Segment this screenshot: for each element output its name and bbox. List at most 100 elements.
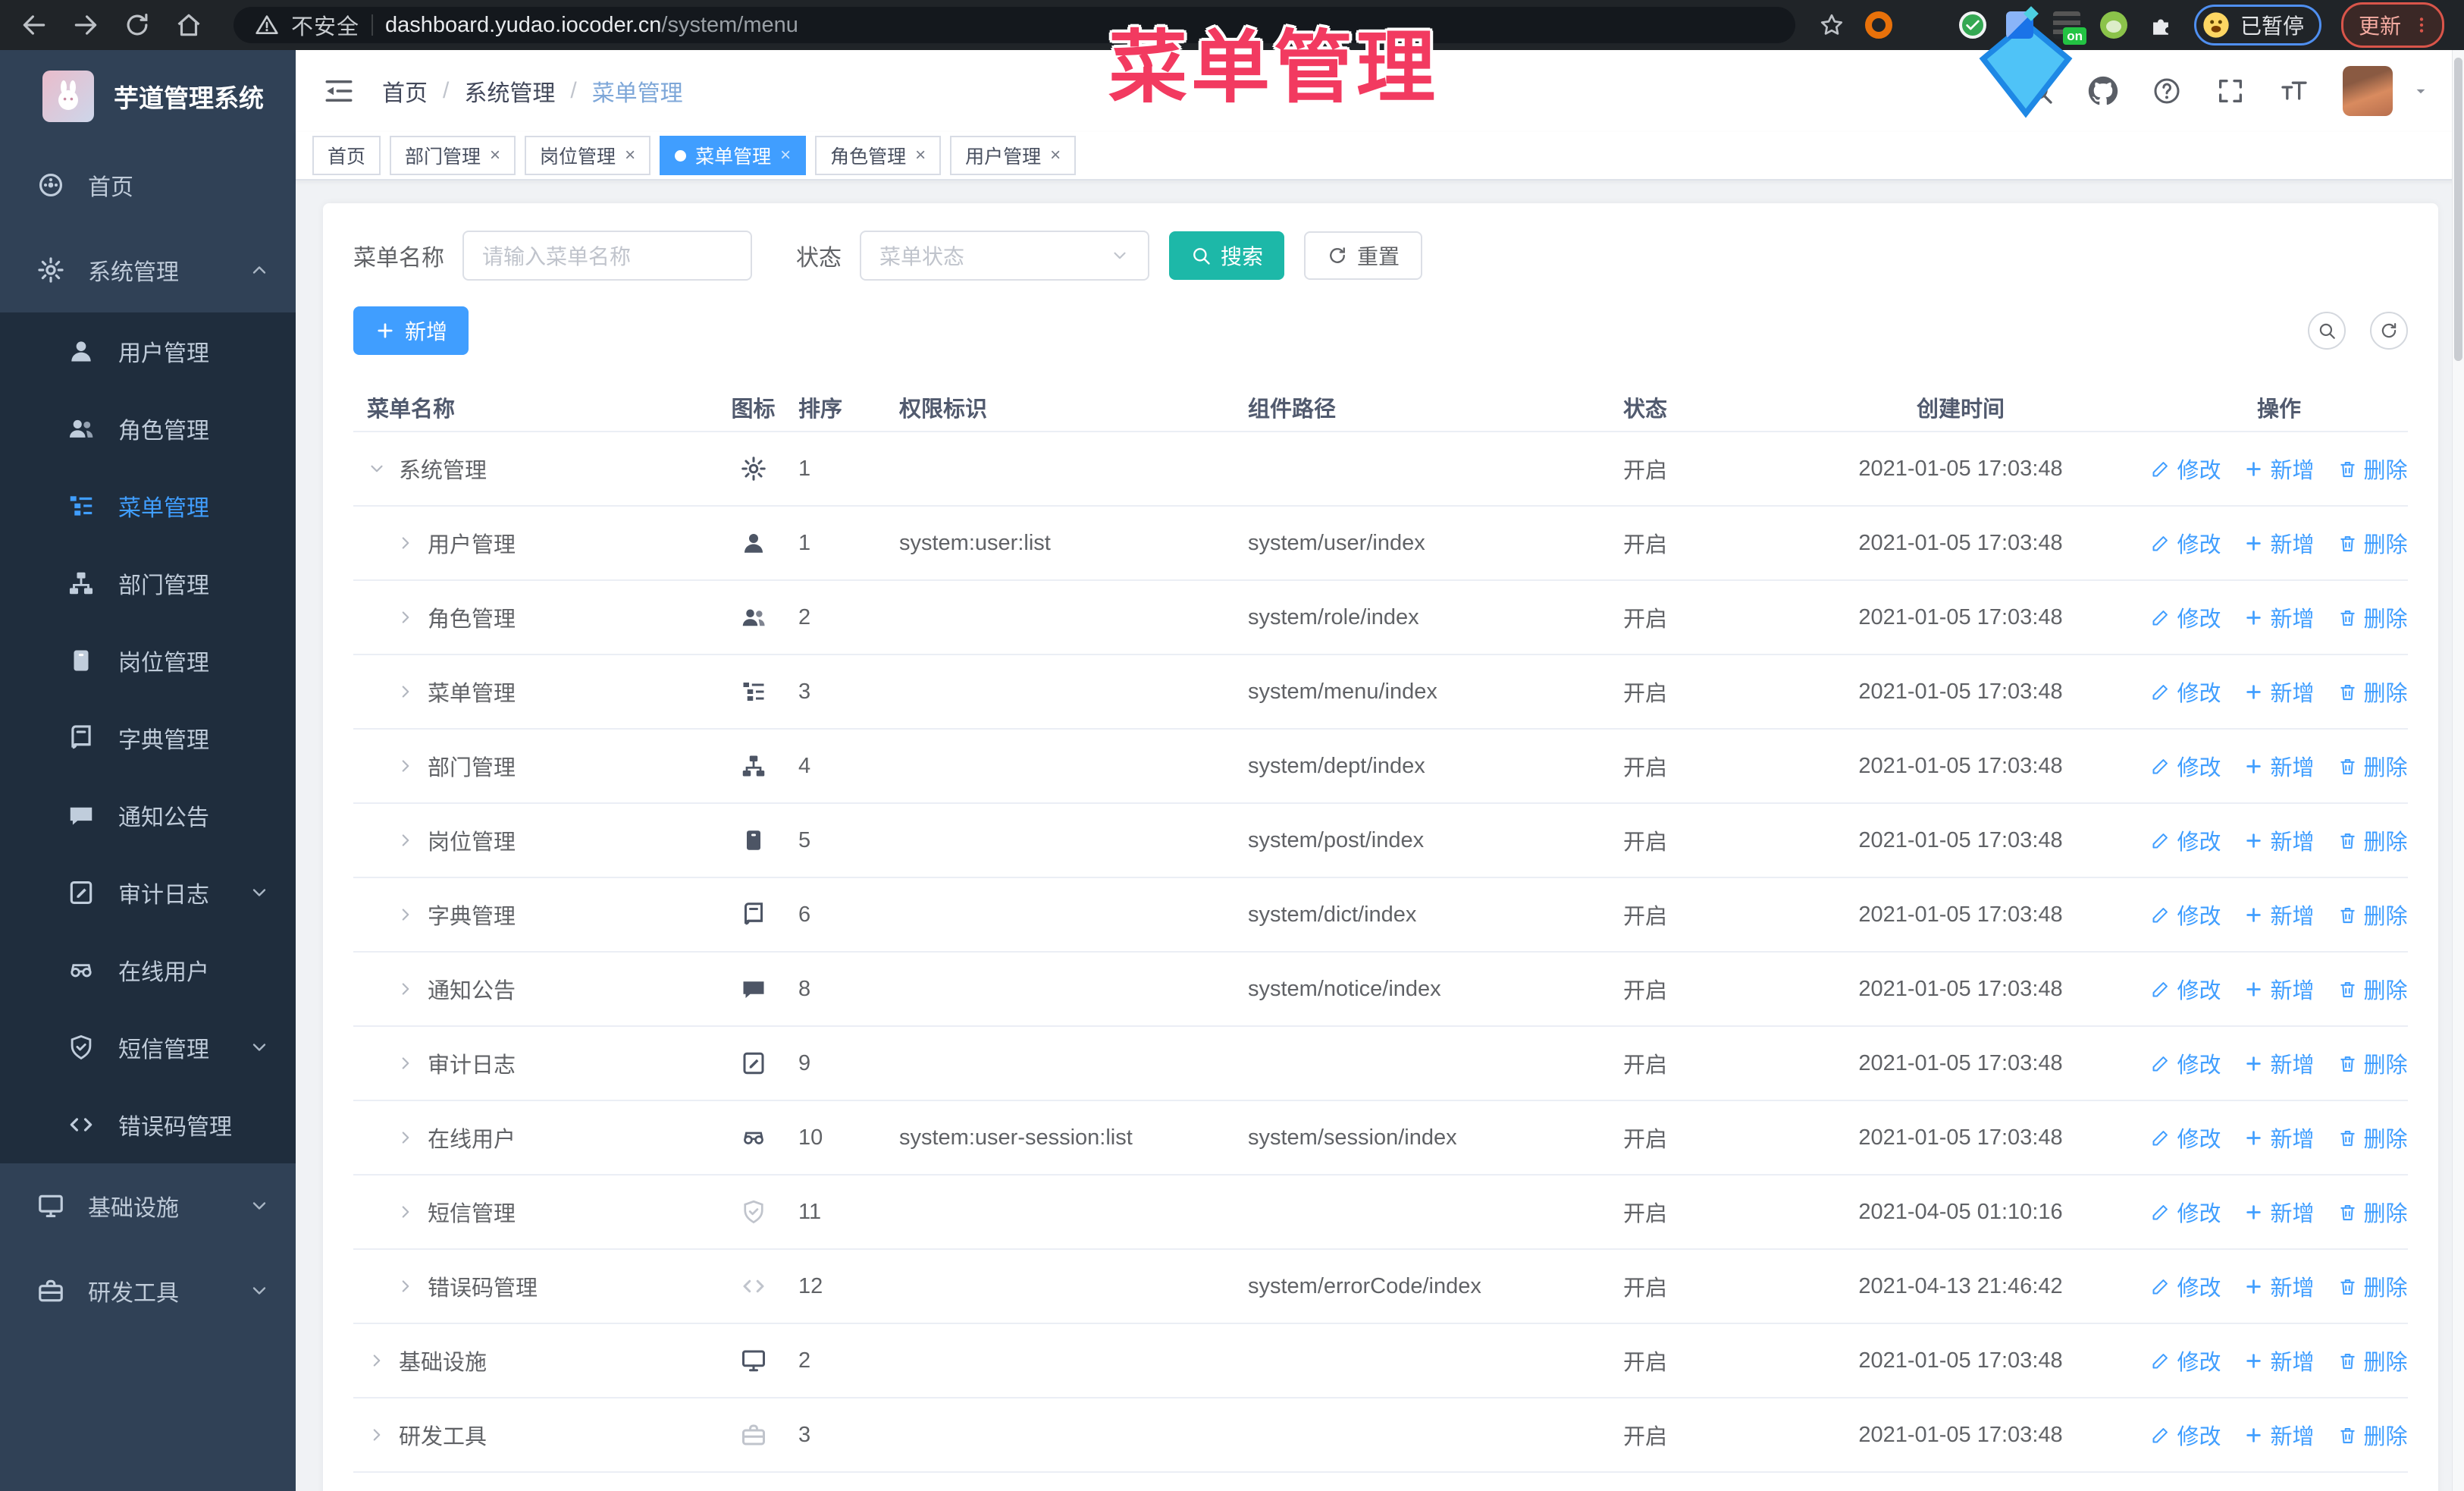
row-action-edit[interactable]: 修改: [2150, 824, 2221, 856]
row-action-edit[interactable]: 修改: [2150, 1270, 2221, 1302]
puzzle-extension-icon[interactable]: [2147, 11, 2174, 39]
sidebar-item[interactable]: 研发工具: [0, 1248, 296, 1333]
sidebar-item[interactable]: 系统管理: [0, 228, 296, 312]
font-size-icon[interactable]: [2279, 76, 2309, 106]
tab-item[interactable]: 用户管理 ×: [950, 136, 1077, 175]
breadcrumb-item[interactable]: 菜单管理: [592, 74, 683, 108]
sidebar-item[interactable]: 部门管理: [0, 545, 296, 622]
table-row[interactable]: 岗位管理 5 system/post/index 开启 2021-01-05 17:03…: [353, 804, 2408, 878]
table-row[interactable]: 角色管理 2 system/role/index 开启 2021-01-05 17:03…: [353, 581, 2408, 655]
row-action-edit[interactable]: 修改: [2150, 1122, 2221, 1154]
row-action-delete[interactable]: 删除: [2337, 1270, 2408, 1302]
sidebar-item[interactable]: 审计日志: [0, 854, 296, 931]
green-monkey-extension-icon[interactable]: [2099, 11, 2127, 39]
sidebar-item[interactable]: 字典管理: [0, 699, 296, 777]
address-bar[interactable]: 不安全 dashboard.yudao.iocoder.cn/system/me…: [234, 7, 1795, 43]
row-action-add[interactable]: 新增: [2243, 676, 2315, 708]
row-action-delete[interactable]: 删除: [2337, 899, 2408, 931]
row-action-add[interactable]: 新增: [2243, 1270, 2315, 1302]
list-on-extension-icon[interactable]: [2052, 11, 2086, 45]
row-action-add[interactable]: 新增: [2243, 527, 2315, 559]
breadcrumb-item[interactable]: 系统管理: [464, 74, 555, 108]
table-row[interactable]: 在线用户 10 system:user-session:list system/ses…: [353, 1101, 2408, 1176]
orange-ring-extension-icon[interactable]: [1864, 11, 1892, 39]
row-action-delete[interactable]: 删除: [2337, 1345, 2408, 1376]
row-action-add[interactable]: 新增: [2243, 601, 2315, 633]
window-scrollbar-thumb[interactable]: [2454, 58, 2462, 361]
table-row[interactable]: 用户管理 1 system:user:list system/user/index 开启…: [353, 507, 2408, 581]
row-action-edit[interactable]: 修改: [2150, 1345, 2221, 1376]
row-action-delete[interactable]: 删除: [2337, 676, 2408, 708]
sidebar-item[interactable]: 短信管理: [0, 1009, 296, 1086]
status-select[interactable]: 菜单状态: [860, 231, 1149, 281]
avatar-caret-down-icon[interactable]: [2411, 81, 2431, 101]
browser-update-button[interactable]: 更新: [2340, 2, 2444, 48]
row-action-delete[interactable]: 删除: [2337, 973, 2408, 1005]
sidebar-item[interactable]: 岗位管理: [0, 622, 296, 699]
row-action-add[interactable]: 新增: [2243, 750, 2315, 782]
table-row[interactable]: 部门管理 4 system/dept/index 开启 2021-01-05 17:03…: [353, 730, 2408, 804]
row-action-add[interactable]: 新增: [2243, 453, 2315, 485]
row-action-edit[interactable]: 修改: [2150, 1047, 2221, 1079]
sidebar-item[interactable]: 通知公告: [0, 777, 296, 854]
reload-icon[interactable]: [123, 11, 152, 39]
row-action-add[interactable]: 新增: [2243, 1419, 2315, 1451]
row-action-delete[interactable]: 删除: [2337, 824, 2408, 856]
menu-name-input[interactable]: 请输入菜单名称: [462, 231, 752, 281]
back-icon[interactable]: [20, 11, 49, 39]
tab-active[interactable]: 菜单管理 ×: [660, 136, 807, 175]
sidebar-item[interactable]: 用户管理: [0, 312, 296, 390]
tab-close-icon[interactable]: ×: [1050, 146, 1061, 165]
paused-extension-badge[interactable]: 已暂停: [2193, 5, 2321, 46]
row-action-edit[interactable]: 修改: [2150, 601, 2221, 633]
blue-gem-extension-icon[interactable]: [1912, 11, 1939, 39]
sidebar-item[interactable]: 基础设施: [0, 1163, 296, 1248]
row-action-add[interactable]: 新增: [2243, 1345, 2315, 1376]
tab-close-icon[interactable]: ×: [625, 146, 635, 165]
table-row[interactable]: 审计日志 9 开启 2021-01-05 17:03:48 修改 新增 删除: [353, 1027, 2408, 1101]
table-row[interactable]: 基础设施 2 开启 2021-01-05 17:03:48 修改 新增 删除: [353, 1324, 2408, 1398]
row-action-delete[interactable]: 删除: [2337, 453, 2408, 485]
row-action-edit[interactable]: 修改: [2150, 899, 2221, 931]
row-action-edit[interactable]: 修改: [2150, 453, 2221, 485]
breadcrumb-item[interactable]: 首页: [382, 74, 428, 108]
tab-item[interactable]: 岗位管理 ×: [525, 136, 651, 175]
row-action-delete[interactable]: 删除: [2337, 1196, 2408, 1228]
tab-item[interactable]: 部门管理 ×: [390, 136, 516, 175]
reset-button[interactable]: 重置: [1304, 231, 1423, 280]
tab-item[interactable]: 首页: [312, 136, 381, 175]
row-action-edit[interactable]: 修改: [2150, 750, 2221, 782]
sidebar-item[interactable]: 错误码管理: [0, 1086, 296, 1163]
sidebar-collapse-icon[interactable]: [323, 75, 355, 107]
home-icon[interactable]: [174, 11, 203, 39]
bookmark-star-icon[interactable]: [1818, 11, 1845, 39]
tab-close-icon[interactable]: ×: [780, 146, 791, 165]
table-row[interactable]: 研发工具 3 开启 2021-01-05 17:03:48 修改 新增 删除: [353, 1398, 2408, 1473]
table-row[interactable]: 短信管理 11 开启 2021-04-05 01:10:16 修改 新增 删除: [353, 1176, 2408, 1250]
row-action-add[interactable]: 新增: [2243, 899, 2315, 931]
table-row[interactable]: 系统管理 1 开启 2021-01-05 17:03:48 修改 新增 删除: [353, 432, 2408, 507]
refresh-table-button[interactable]: [2370, 312, 2408, 350]
add-button[interactable]: 新增: [353, 306, 469, 355]
row-action-delete[interactable]: 删除: [2337, 1122, 2408, 1154]
row-action-delete[interactable]: 删除: [2337, 1419, 2408, 1451]
row-action-edit[interactable]: 修改: [2150, 973, 2221, 1005]
fullscreen-icon[interactable]: [2215, 76, 2246, 106]
tab-close-icon[interactable]: ×: [490, 146, 500, 165]
window-scrollbar[interactable]: [2452, 50, 2464, 1491]
row-action-add[interactable]: 新增: [2243, 1122, 2315, 1154]
row-action-edit[interactable]: 修改: [2150, 1196, 2221, 1228]
tab-close-icon[interactable]: ×: [915, 146, 926, 165]
sidebar-item[interactable]: 角色管理: [0, 390, 296, 467]
row-action-add[interactable]: 新增: [2243, 973, 2315, 1005]
sidebar-logo-row[interactable]: 芋道管理系统: [0, 50, 296, 143]
table-row[interactable]: 菜单管理 3 system/menu/index 开启 2021-01-05 17:03…: [353, 655, 2408, 730]
row-action-delete[interactable]: 删除: [2337, 1047, 2408, 1079]
row-action-edit[interactable]: 修改: [2150, 1419, 2221, 1451]
row-action-edit[interactable]: 修改: [2150, 527, 2221, 559]
tab-item[interactable]: 角色管理 ×: [815, 136, 942, 175]
forward-icon[interactable]: [71, 11, 100, 39]
row-action-delete[interactable]: 删除: [2337, 527, 2408, 559]
sidebar-item[interactable]: 首页: [0, 143, 296, 228]
toggle-search-button[interactable]: [2308, 312, 2346, 350]
